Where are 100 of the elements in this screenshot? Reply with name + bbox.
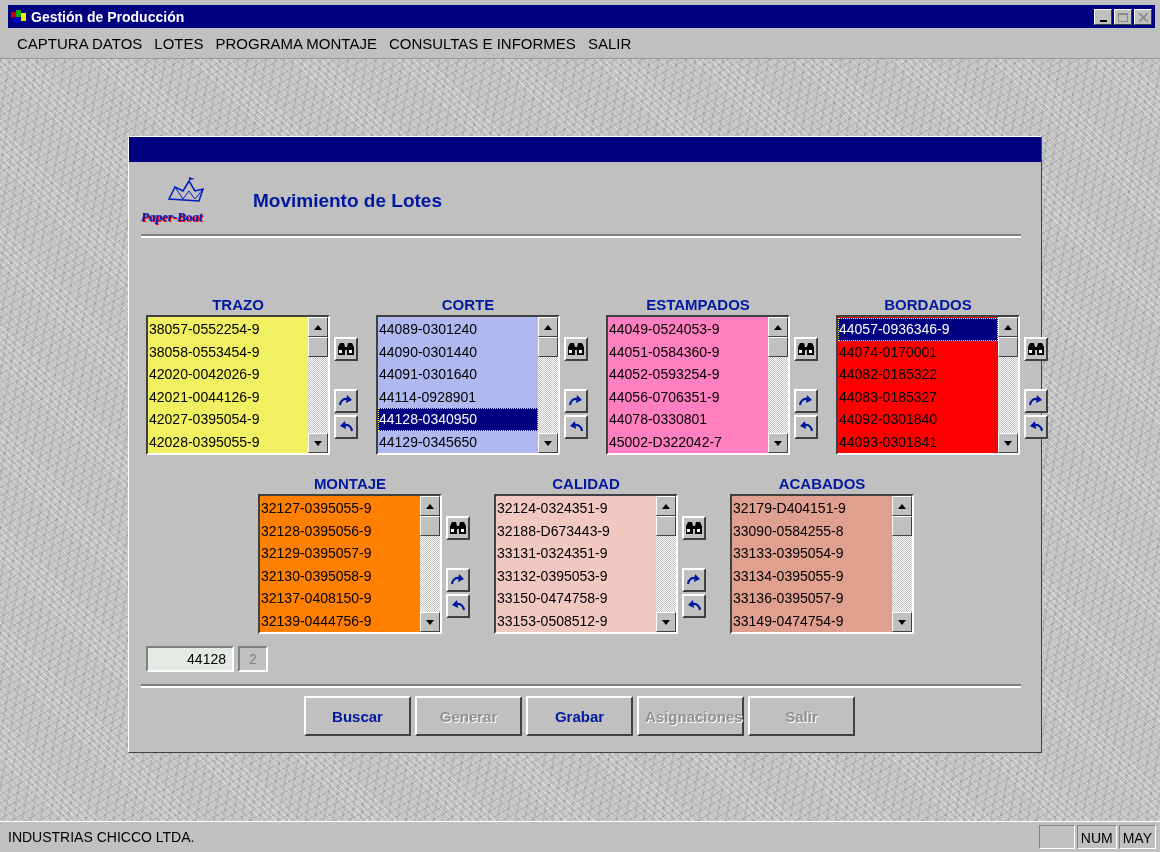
redo-button[interactable] [446,568,470,592]
scrollbar[interactable] [768,317,788,453]
list-box[interactable]: 44089-0301240 44090-0301440 44091-0301640 44114-0928901 44128-0340950 44129-0345650 [376,315,560,455]
scroll-down-button[interactable] [656,612,676,632]
menu-item[interactable]: PROGRAMA MONTAJE [210,32,382,54]
list-item[interactable]: 38058-0553454-9 [148,340,308,363]
scroll-thumb[interactable] [656,516,676,536]
search-button[interactable] [1024,337,1048,361]
redo-button[interactable] [564,389,588,413]
scrollbar[interactable] [538,317,558,453]
search-button[interactable] [564,337,588,361]
list-item[interactable]: 42028-0395055-9 [148,430,308,453]
scrollbar[interactable] [998,317,1018,453]
scroll-up-button[interactable] [768,317,788,337]
scroll-thumb[interactable] [420,516,440,536]
scroll-thumb[interactable] [538,337,558,357]
list-item[interactable]: 42020-0042026-9 [148,363,308,386]
list-item[interactable]: 32179-D404151-9 [732,497,892,520]
lot-field[interactable]: 44128 [146,646,234,672]
scroll-down-button[interactable] [308,433,328,453]
list-item[interactable]: 44091-0301640 [378,363,538,386]
search-button[interactable] [334,337,358,361]
list-item[interactable]: 44049-0524053-9 [608,318,768,341]
menu-item[interactable]: LOTES [149,32,209,54]
minimize-button[interactable] [1094,8,1112,25]
scroll-down-button[interactable] [768,433,788,453]
scroll-thumb[interactable] [892,516,912,536]
list-item[interactable]: 44129-0345650 [378,430,538,453]
list-item[interactable]: 32137-0408150-9 [260,587,420,610]
list-item[interactable]: 32128-0395056-9 [260,519,420,542]
undo-button[interactable] [564,415,588,439]
list-item[interactable]: 33150-0474758-9 [496,587,656,610]
redo-button[interactable] [1024,389,1048,413]
list-box[interactable]: 32179-D404151-9 33090-0584255-8 33133-0395054-9 33134-0395055-9 33136-0395057-9 33149-0474754-9 [730,494,914,634]
menu-item[interactable]: CONSULTAS E INFORMES [383,32,581,54]
scrollbar[interactable] [892,496,912,632]
list-item[interactable]: 44128-0340950 [378,408,538,431]
list-item[interactable]: 44114-0928901 [378,385,538,408]
scroll-up-button[interactable] [420,496,440,516]
list-item[interactable]: 44074-0170001 [838,340,998,363]
list-item[interactable]: 44092-0301840 [838,408,998,431]
scrollbar[interactable] [420,496,440,632]
list-item[interactable]: 33153-0508512-9 [496,609,656,632]
list-item[interactable]: 33134-0395055-9 [732,564,892,587]
search-button[interactable] [794,337,818,361]
list-item[interactable]: 32139-0444756-9 [260,609,420,632]
undo-button[interactable] [682,594,706,618]
scrollbar[interactable] [656,496,676,632]
list-item[interactable]: 42027-0395054-9 [148,408,308,431]
list-item[interactable]: 42021-0044126-9 [148,385,308,408]
list-item[interactable]: 33131-0324351-9 [496,542,656,565]
search-button[interactable] [446,516,470,540]
action-button[interactable]: Grabar [526,696,633,736]
list-item[interactable]: 33136-0395057-9 [732,587,892,610]
undo-button[interactable] [794,415,818,439]
redo-button[interactable] [334,389,358,413]
scroll-thumb[interactable] [998,337,1018,357]
menu-item[interactable]: CAPTURA DATOS [12,32,148,54]
list-item[interactable]: 45002-D322042-7 [608,430,768,453]
search-button[interactable] [682,516,706,540]
redo-button[interactable] [794,389,818,413]
list-item[interactable]: 32124-0324351-9 [496,497,656,520]
maximize-button[interactable] [1114,8,1132,25]
scroll-up-button[interactable] [308,317,328,337]
list-box[interactable]: 32127-0395055-9 32128-0395056-9 32129-0395057-9 32130-0395058-9 32137-0408150-9 32139-0444756-9 [258,494,442,634]
list-item[interactable]: 33133-0395054-9 [732,542,892,565]
scroll-down-button[interactable] [420,612,440,632]
close-button[interactable] [1134,8,1152,25]
scroll-up-button[interactable] [538,317,558,337]
list-item[interactable]: 44089-0301240 [378,318,538,341]
list-item[interactable]: 33090-0584255-8 [732,519,892,542]
list-box[interactable]: 44049-0524053-9 44051-0584360-9 44052-0593254-9 44056-0706351-9 44078-0330801 45002-D322042-7 [606,315,790,455]
undo-button[interactable] [446,594,470,618]
scroll-up-button[interactable] [656,496,676,516]
list-item[interactable]: 44051-0584360-9 [608,340,768,363]
list-item[interactable]: 44052-0593254-9 [608,363,768,386]
list-item[interactable]: 33132-0395053-9 [496,564,656,587]
list-box[interactable]: 44057-0936346-9 44074-0170001 44082-0185322 44083-0185327 44092-0301840 44093-0301841 [836,315,1020,455]
action-button[interactable]: Buscar [304,696,411,736]
scroll-thumb[interactable] [768,337,788,357]
undo-button[interactable] [1024,415,1048,439]
scrollbar[interactable] [308,317,328,453]
list-box[interactable]: 38057-0552254-9 38058-0553454-9 42020-0042026-9 42021-0044126-9 42027-0395054-9 42028-0395055-9 [146,315,330,455]
scroll-up-button[interactable] [892,496,912,516]
list-item[interactable]: 44082-0185322 [838,363,998,386]
list-item[interactable]: 44056-0706351-9 [608,385,768,408]
list-item[interactable]: 44093-0301841 [838,430,998,453]
scroll-thumb[interactable] [308,337,328,357]
list-box[interactable]: 32124-0324351-9 32188-D673443-9 33131-0324351-9 33132-0395053-9 33150-0474758-9 33153-0508512-9 [494,494,678,634]
scroll-down-button[interactable] [538,433,558,453]
list-item[interactable]: 44090-0301440 [378,340,538,363]
list-item[interactable]: 33149-0474754-9 [732,609,892,632]
scroll-down-button[interactable] [998,433,1018,453]
list-item[interactable]: 38057-0552254-9 [148,318,308,341]
undo-button[interactable] [334,415,358,439]
menu-item[interactable]: SALIR [582,32,637,54]
list-item[interactable]: 32188-D673443-9 [496,519,656,542]
scroll-down-button[interactable] [892,612,912,632]
list-item[interactable]: 32127-0395055-9 [260,497,420,520]
scroll-up-button[interactable] [998,317,1018,337]
